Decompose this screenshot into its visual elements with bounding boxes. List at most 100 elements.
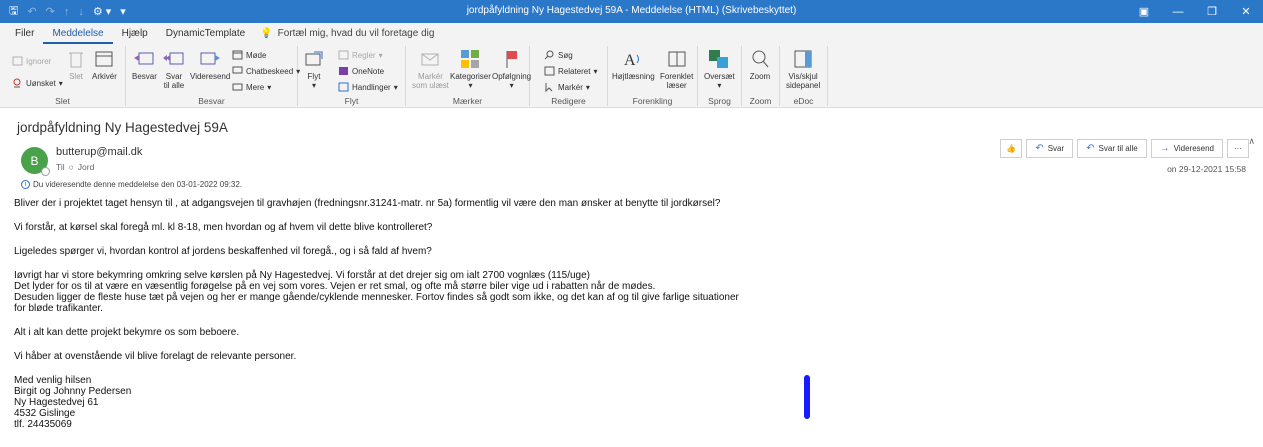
followup-label: Opfølgning [492, 72, 532, 81]
mark-unread-button[interactable]: Markér som ulæst [412, 48, 449, 90]
restore-icon[interactable]: ❐ [1195, 0, 1229, 23]
recipient-status-icon: ○ [68, 162, 74, 172]
svg-text:A: A [624, 52, 636, 69]
select-button[interactable]: Markér ▾ [544, 82, 590, 92]
group-label-redigere: Redigere [551, 96, 586, 106]
tab-meddelelse[interactable]: Meddelelse [43, 23, 113, 44]
tab-dynamictemplate[interactable]: DynamicTemplate [157, 23, 254, 44]
forward-button[interactable]: Videresend [190, 48, 230, 81]
undo-icon[interactable]: ↶ [27, 5, 36, 18]
chat-icon [232, 66, 243, 74]
reply-all-button[interactable]: Svar til alle [162, 48, 186, 90]
zoom-button[interactable]: Zoom [748, 48, 772, 81]
flag-icon [500, 48, 524, 70]
search-icon [544, 50, 554, 60]
junk-button[interactable]: Uønsket ▾ [12, 78, 63, 88]
body-paragraph: Alt i alt kan dette projekt bekymre os s… [14, 327, 240, 338]
categorize-button[interactable]: Kategoriser ▾ [450, 48, 491, 90]
meeting-button[interactable]: Møde [232, 50, 266, 60]
tell-me-box[interactable]: 💡 Fortæl mig, hvad du vil foretage dig [260, 28, 434, 39]
immersive-reader-label-1: Forenklet [660, 72, 694, 81]
toggle-sidepanel-label-1: Vis/skjul [788, 72, 818, 81]
immersive-reader-button[interactable]: Forenklet læser [660, 48, 693, 90]
group-slet: Ignorer Uønsket ▾ Slet Arkivér Slet [0, 46, 126, 106]
reply-all-action-label: Svar til alle [1098, 144, 1138, 153]
lightbulb-icon: 💡 [260, 28, 273, 39]
move-icon [302, 48, 326, 70]
signature-line: Ny Hagestedvej 61 [14, 397, 99, 408]
archive-button[interactable]: Arkivér [92, 48, 117, 81]
reply-all-label-1: Svar [165, 72, 183, 81]
more-actions-button[interactable]: ··· [1227, 139, 1249, 158]
group-label-slet: Slet [55, 96, 70, 106]
meeting-icon [232, 50, 243, 60]
delete-button[interactable]: Slet [64, 48, 88, 81]
forward-info-bar: i Du videresendte denne meddelelse den 0… [21, 180, 242, 189]
read-aloud-button[interactable]: A Højtlæsning [612, 48, 655, 81]
zoom-label: Zoom [749, 72, 771, 81]
tab-filer[interactable]: Filer [6, 23, 43, 44]
reply-action-button[interactable]: ↶ Svar [1026, 139, 1074, 158]
immersive-reader-label-2: læser [666, 81, 687, 90]
reply-arrow-icon: ↶ [1035, 143, 1044, 154]
minimize-icon[interactable]: — [1161, 0, 1195, 23]
more-actions-label: ··· [1234, 144, 1242, 153]
move-button[interactable]: Flyt ▾ [302, 48, 326, 90]
info-icon: i [21, 180, 30, 189]
read-aloud-icon: A [621, 48, 645, 70]
rules-button[interactable]: Regler ▾ [338, 50, 383, 60]
customize-qat-icon[interactable]: ▾ [120, 5, 126, 18]
settings-dropdown-icon[interactable]: ⚙ ▾ [93, 5, 111, 18]
body-line: for bløde trafikanter. [14, 303, 103, 314]
like-button[interactable]: 👍 [1000, 139, 1023, 158]
chat-button[interactable]: Chatbeskeed ▾ [232, 66, 300, 76]
reply-all-arrow-icon: ↶ [1086, 143, 1095, 154]
group-redigere: Søg Relateret ▾ Markér ▾ Redigere [530, 46, 608, 106]
avatar-initial: B [30, 153, 39, 168]
more-icon [232, 83, 243, 91]
recipient-line: Til ○ Jord [56, 162, 94, 172]
ignore-button[interactable]: Ignorer [12, 56, 51, 66]
reply-label: Besvar [132, 72, 157, 81]
translate-button[interactable]: Oversæt ▾ [704, 48, 735, 90]
recipient-name[interactable]: Jord [78, 162, 95, 172]
actions-button[interactable]: Handlinger ▾ [338, 82, 398, 92]
more-respond-button[interactable]: Mere ▾ [232, 82, 271, 92]
translate-label: Oversæt [704, 72, 735, 81]
body-line: Det lyder for os til at være en væsentli… [14, 281, 656, 292]
onenote-button[interactable]: OneNote [338, 66, 384, 76]
meeting-label: Møde [246, 50, 267, 60]
junk-label: Uønsket [26, 78, 56, 88]
group-label-maerker: Mærker [452, 96, 483, 106]
group-label-edoc: eDoc [793, 96, 814, 106]
reply-all-action-button[interactable]: ↶ Svar til alle [1077, 139, 1147, 158]
collapse-ribbon-icon[interactable]: ∧ [1248, 136, 1255, 147]
tab-hjaelp[interactable]: Hjælp [113, 23, 157, 44]
reply-button[interactable]: Besvar [132, 48, 157, 81]
search-button[interactable]: Søg [544, 50, 573, 60]
trash-icon [64, 48, 88, 70]
save-icon[interactable]: 🖫 [9, 2, 18, 21]
forward-note-text: Du videresendte denne meddelelse den 03-… [33, 180, 243, 189]
signature-line: 4532 Gislinge [14, 408, 76, 419]
redo-icon[interactable]: ↷ [46, 5, 55, 18]
group-label-besvar: Besvar [198, 96, 225, 106]
ribbon: Ignorer Uønsket ▾ Slet Arkivér Slet Besva… [0, 44, 1263, 146]
forward-action-button[interactable]: → Videresend [1150, 139, 1223, 158]
down-arrow-icon[interactable]: ↓ [78, 6, 84, 18]
toggle-sidepanel-button[interactable]: Vis/skjul sidepanel [786, 48, 820, 90]
body-paragraph: Vi forstår, at kørsel skal foregå ml. kl… [14, 222, 433, 233]
signature-line: tlf. 24435069 [14, 419, 72, 430]
close-icon[interactable]: ✕ [1229, 0, 1263, 23]
ribbon-display-icon[interactable]: ▣ [1127, 0, 1161, 23]
signature-line: Med venlig hilsen [14, 375, 92, 386]
sender-email[interactable]: butterup@mail.dk [56, 146, 142, 158]
related-button[interactable]: Relateret ▾ [544, 66, 597, 76]
reply-all-icon [162, 48, 186, 70]
reply-action-label: Svar [1047, 144, 1065, 153]
signature: Med venlig hilsen Birgit og Johnny Peder… [14, 375, 814, 430]
magnifier-icon [748, 48, 772, 70]
followup-button[interactable]: Opfølgning ▾ [492, 48, 531, 90]
group-forenkling: A Højtlæsning Forenklet læser Forenkling [608, 46, 698, 106]
up-arrow-icon[interactable]: ↑ [64, 6, 70, 18]
